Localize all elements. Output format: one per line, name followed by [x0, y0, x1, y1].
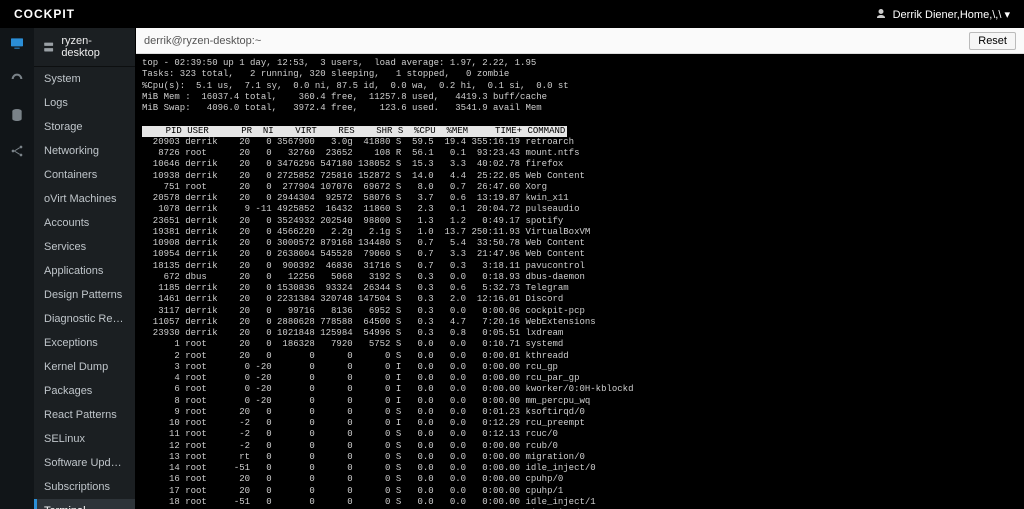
- sidebar-item-design-patterns[interactable]: Design Patterns: [34, 283, 135, 307]
- process-row: 10908 derrik 20 0 3000572 879168 134480 …: [142, 238, 1018, 249]
- process-row: 1185 derrik 20 0 1530836 93324 26344 S 0…: [142, 283, 1018, 294]
- process-row: 1 root 20 0 186328 7920 5752 S 0.0 0.0 0…: [142, 339, 1018, 350]
- topbar: COCKPIT Derrik Diener,Home,\,\ ▾: [0, 0, 1024, 28]
- sidebar-item-accounts[interactable]: Accounts: [34, 211, 135, 235]
- process-row: 18135 derrik 20 0 900392 46836 31716 S 0…: [142, 261, 1018, 272]
- terminal-output[interactable]: top - 02:39:50 up 1 day, 12:53, 3 users,…: [136, 54, 1024, 509]
- host-icon[interactable]: [8, 34, 26, 52]
- process-row: 23651 derrik 20 0 3524932 202540 98800 S…: [142, 216, 1018, 227]
- process-row: 11057 derrik 20 0 2880628 778588 64500 S…: [142, 317, 1018, 328]
- sidebar-item-ovirt-machines[interactable]: oVirt Machines: [34, 187, 135, 211]
- top-summary-line: Tasks: 323 total, 2 running, 320 sleepin…: [142, 69, 1018, 80]
- top-summary-line: MiB Mem : 16037.4 total, 360.4 free, 112…: [142, 92, 1018, 103]
- top-header: PID USER PR NI VIRT RES SHR S %CPU %MEM …: [142, 126, 567, 137]
- network-icon[interactable]: [8, 142, 26, 160]
- process-row: 4 root 0 -20 0 0 0 I 0.0 0.0 0:00.00 rcu…: [142, 373, 1018, 384]
- dashboard-icon[interactable]: [8, 70, 26, 88]
- process-row: 751 root 20 0 277904 107076 69672 S 8.0 …: [142, 182, 1018, 193]
- process-row: 19381 derrik 20 0 4566220 2.2g 2.1g S 1.…: [142, 227, 1018, 238]
- sidebar-item-exceptions[interactable]: Exceptions: [34, 331, 135, 355]
- sidebar-item-diagnostic-reports[interactable]: Diagnostic Reports: [34, 307, 135, 331]
- sidebar-item-services[interactable]: Services: [34, 235, 135, 259]
- process-row: 13 root rt 0 0 0 0 S 0.0 0.0 0:00.00 mig…: [142, 452, 1018, 463]
- sidebar-item-networking[interactable]: Networking: [34, 139, 135, 163]
- server-icon: [42, 40, 55, 54]
- process-row: 10954 derrik 20 0 2638004 545528 79060 S…: [142, 249, 1018, 260]
- process-row: 20578 derrik 20 0 2944304 92572 58076 S …: [142, 193, 1018, 204]
- process-row: 672 dbus 20 0 12256 5068 3192 S 0.3 0.0 …: [142, 272, 1018, 283]
- sidebar-item-terminal[interactable]: Terminal: [34, 499, 135, 509]
- sidebar-item-subscriptions[interactable]: Subscriptions: [34, 475, 135, 499]
- process-row: 10938 derrik 20 0 2725852 725816 152872 …: [142, 171, 1018, 182]
- sidebar-item-storage[interactable]: Storage: [34, 115, 135, 139]
- user-menu[interactable]: Derrik Diener,Home,\,\ ▾: [875, 8, 1010, 21]
- process-row: 11 root -2 0 0 0 0 S 0.0 0.0 0:12.13 rcu…: [142, 429, 1018, 440]
- sidebar-item-software-updates[interactable]: Software Updates: [34, 451, 135, 475]
- process-row: 2 root 20 0 0 0 0 S 0.0 0.0 0:00.01 kthr…: [142, 351, 1018, 362]
- process-row: 16 root 20 0 0 0 0 S 0.0 0.0 0:00.00 cpu…: [142, 474, 1018, 485]
- process-row: 3117 derrik 20 0 99716 8136 6952 S 0.3 0…: [142, 306, 1018, 317]
- process-row: 6 root 0 -20 0 0 0 I 0.0 0.0 0:00.00 kwo…: [142, 384, 1018, 395]
- process-row: 20903 derrik 20 0 3567900 3.0g 41880 S 5…: [142, 137, 1018, 148]
- process-row: 10 root -2 0 0 0 0 I 0.0 0.0 0:12.29 rcu…: [142, 418, 1018, 429]
- sidebar-item-logs[interactable]: Logs: [34, 91, 135, 115]
- top-summary-line: MiB Swap: 4096.0 total, 3972.4 free, 123…: [142, 103, 1018, 114]
- process-row: 12 root -2 0 0 0 0 S 0.0 0.0 0:00.00 rcu…: [142, 441, 1018, 452]
- host-name: ryzen-desktop: [61, 35, 127, 59]
- process-row: 1078 derrik 9 -11 4925852 16432 11860 S …: [142, 204, 1018, 215]
- process-row: 23930 derrik 20 0 1021848 125984 54996 S…: [142, 328, 1018, 339]
- user-icon: [875, 8, 887, 20]
- main-panel: derrik@ryzen-desktop:~ Reset top - 02:39…: [136, 28, 1024, 509]
- process-row: 3 root 0 -20 0 0 0 I 0.0 0.0 0:00.00 rcu…: [142, 362, 1018, 373]
- brand-logo: COCKPIT: [14, 7, 75, 21]
- process-row: 8 root 0 -20 0 0 0 I 0.0 0.0 0:00.00 mm_…: [142, 396, 1018, 407]
- breadcrumb-bar: derrik@ryzen-desktop:~ Reset: [136, 28, 1024, 54]
- process-row: 10646 derrik 20 0 3476296 547180 138052 …: [142, 159, 1018, 170]
- sidebar-item-selinux[interactable]: SELinux: [34, 427, 135, 451]
- process-row: 14 root -51 0 0 0 0 S 0.0 0.0 0:00.00 id…: [142, 463, 1018, 474]
- host-row[interactable]: ryzen-desktop: [34, 28, 135, 67]
- sidebar-item-kernel-dump[interactable]: Kernel Dump: [34, 355, 135, 379]
- top-summary-line: top - 02:39:50 up 1 day, 12:53, 3 users,…: [142, 58, 1018, 69]
- process-row: 9 root 20 0 0 0 0 S 0.0 0.0 0:01.23 ksof…: [142, 407, 1018, 418]
- sidebar-item-containers[interactable]: Containers: [34, 163, 135, 187]
- breadcrumb: derrik@ryzen-desktop:~: [144, 35, 261, 47]
- sidebar-item-react-patterns[interactable]: React Patterns: [34, 403, 135, 427]
- process-row: 1461 derrik 20 0 2231384 320748 147504 S…: [142, 294, 1018, 305]
- sidebar-item-packages[interactable]: Packages: [34, 379, 135, 403]
- process-row: 8726 root 20 0 32760 23652 108 R 56.1 0.…: [142, 148, 1018, 159]
- user-label: Derrik Diener,Home,\,\ ▾: [893, 8, 1010, 21]
- process-row: 17 root 20 0 0 0 0 S 0.0 0.0 0:00.00 cpu…: [142, 486, 1018, 497]
- sidebar-item-applications[interactable]: Applications: [34, 259, 135, 283]
- sidebar-nav: ryzen-desktop SystemLogsStorageNetworkin…: [34, 28, 136, 509]
- process-row: 18 root -51 0 0 0 0 S 0.0 0.0 0:00.00 id…: [142, 497, 1018, 508]
- storage-icon[interactable]: [8, 106, 26, 124]
- machine-switcher: [0, 28, 34, 509]
- top-summary-line: %Cpu(s): 5.1 us, 7.1 sy, 0.0 ni, 87.5 id…: [142, 81, 1018, 92]
- sidebar-item-system[interactable]: System: [34, 67, 135, 91]
- reset-button[interactable]: Reset: [969, 32, 1016, 50]
